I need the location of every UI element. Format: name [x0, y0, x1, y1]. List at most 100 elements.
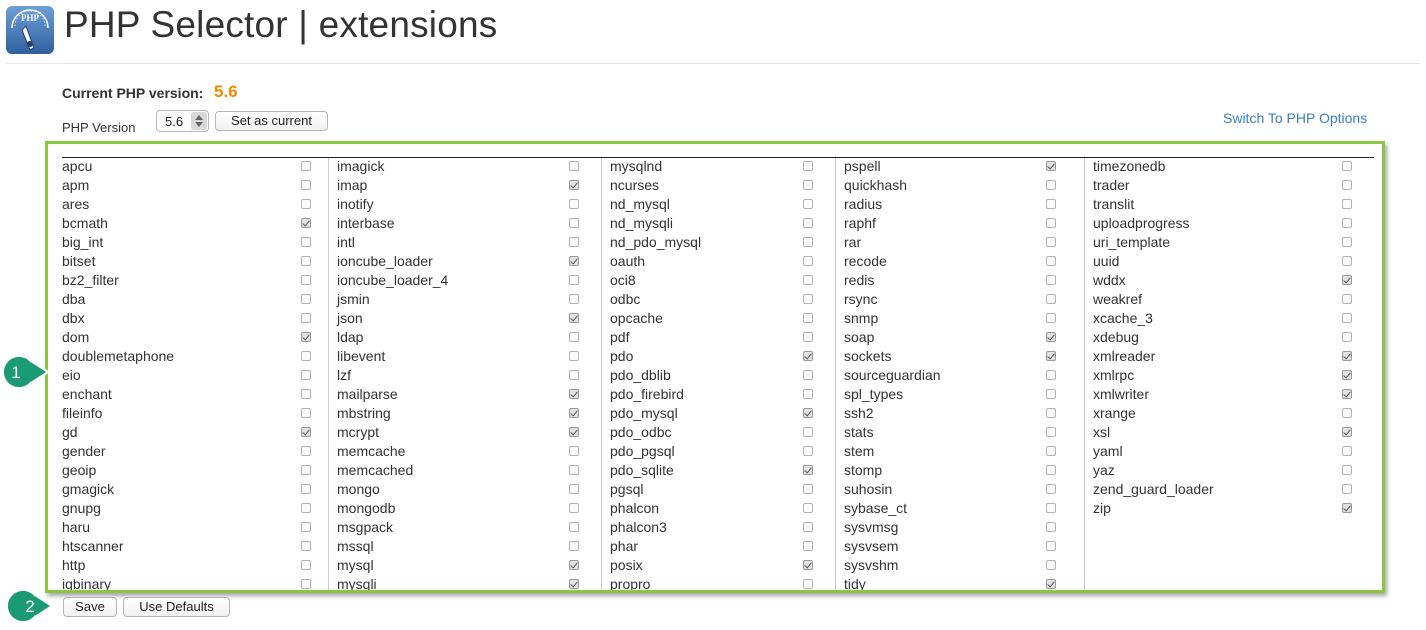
extension-checkbox-posix[interactable]: [803, 560, 813, 570]
extension-checkbox-sysvshm[interactable]: [1046, 560, 1056, 570]
extension-checkbox-xmlreader[interactable]: [1342, 351, 1352, 361]
extension-checkbox-stats[interactable]: [1046, 427, 1056, 437]
extension-checkbox-pdo_sqlite[interactable]: [803, 465, 813, 475]
extension-checkbox-radius[interactable]: [1046, 199, 1056, 209]
extension-checkbox-rsync[interactable]: [1046, 294, 1056, 304]
extension-checkbox-rar[interactable]: [1046, 237, 1056, 247]
extension-checkbox-bcmath[interactable]: [301, 218, 311, 228]
extension-checkbox-propro[interactable]: [803, 579, 813, 589]
extension-checkbox-gender[interactable]: [301, 446, 311, 456]
extension-checkbox-xmlwriter[interactable]: [1342, 389, 1352, 399]
extension-checkbox-ioncube_loader_4[interactable]: [569, 275, 579, 285]
extension-checkbox-mysqli[interactable]: [569, 579, 579, 589]
extension-checkbox-libevent[interactable]: [569, 351, 579, 361]
extension-checkbox-recode[interactable]: [1046, 256, 1056, 266]
extension-checkbox-ncurses[interactable]: [803, 180, 813, 190]
extension-checkbox-nd_mysql[interactable]: [803, 199, 813, 209]
extension-checkbox-stomp[interactable]: [1046, 465, 1056, 475]
extension-checkbox-json[interactable]: [569, 313, 579, 323]
extension-checkbox-stem[interactable]: [1046, 446, 1056, 456]
extension-checkbox-uuid[interactable]: [1342, 256, 1352, 266]
extension-checkbox-pgsql[interactable]: [803, 484, 813, 494]
extension-checkbox-memcached[interactable]: [569, 465, 579, 475]
extension-checkbox-http[interactable]: [301, 560, 311, 570]
php-version-select[interactable]: 5.6: [156, 110, 209, 132]
extension-checkbox-xsl[interactable]: [1342, 427, 1352, 437]
extension-checkbox-soap[interactable]: [1046, 332, 1056, 342]
extension-checkbox-haru[interactable]: [301, 522, 311, 532]
save-button[interactable]: Save: [63, 597, 117, 617]
extension-checkbox-bitset[interactable]: [301, 256, 311, 266]
extension-checkbox-wddx[interactable]: [1342, 275, 1352, 285]
switch-to-php-options-link[interactable]: Switch To PHP Options: [1223, 110, 1367, 126]
extension-checkbox-mongodb[interactable]: [569, 503, 579, 513]
extension-checkbox-msgpack[interactable]: [569, 522, 579, 532]
use-defaults-button[interactable]: Use Defaults: [123, 597, 230, 617]
extension-checkbox-xcache_3[interactable]: [1342, 313, 1352, 323]
extension-checkbox-pdo_mysql[interactable]: [803, 408, 813, 418]
extension-checkbox-ssh2[interactable]: [1046, 408, 1056, 418]
extension-checkbox-doublemetaphone[interactable]: [301, 351, 311, 361]
extension-checkbox-mailparse[interactable]: [569, 389, 579, 399]
extension-checkbox-pdo_odbc[interactable]: [803, 427, 813, 437]
extension-checkbox-suhosin[interactable]: [1046, 484, 1056, 494]
extension-checkbox-raphf[interactable]: [1046, 218, 1056, 228]
extension-checkbox-pdo[interactable]: [803, 351, 813, 361]
extension-checkbox-mssql[interactable]: [569, 541, 579, 551]
extension-checkbox-ares[interactable]: [301, 199, 311, 209]
extension-checkbox-pdo_firebird[interactable]: [803, 389, 813, 399]
extension-checkbox-geoip[interactable]: [301, 465, 311, 475]
extension-checkbox-imagick[interactable]: [569, 161, 579, 171]
extension-checkbox-redis[interactable]: [1046, 275, 1056, 285]
extension-checkbox-mbstring[interactable]: [569, 408, 579, 418]
extension-checkbox-oauth[interactable]: [803, 256, 813, 266]
extension-checkbox-pdf[interactable]: [803, 332, 813, 342]
extension-checkbox-gd[interactable]: [301, 427, 311, 437]
extension-checkbox-nd_mysqli[interactable]: [803, 218, 813, 228]
extension-checkbox-mysqlnd[interactable]: [803, 161, 813, 171]
extension-checkbox-pdo_dblib[interactable]: [803, 370, 813, 380]
extension-checkbox-phalcon3[interactable]: [803, 522, 813, 532]
extension-checkbox-interbase[interactable]: [569, 218, 579, 228]
extension-checkbox-yaz[interactable]: [1342, 465, 1352, 475]
extension-checkbox-timezonedb[interactable]: [1342, 161, 1352, 171]
extension-checkbox-gnupg[interactable]: [301, 503, 311, 513]
extension-checkbox-yaml[interactable]: [1342, 446, 1352, 456]
extension-checkbox-snmp[interactable]: [1046, 313, 1056, 323]
extension-checkbox-tidy[interactable]: [1046, 579, 1056, 589]
extension-checkbox-eio[interactable]: [301, 370, 311, 380]
extension-checkbox-dba[interactable]: [301, 294, 311, 304]
extension-checkbox-xrange[interactable]: [1342, 408, 1352, 418]
extension-checkbox-translit[interactable]: [1342, 199, 1352, 209]
extension-checkbox-memcache[interactable]: [569, 446, 579, 456]
extension-checkbox-nd_pdo_mysql[interactable]: [803, 237, 813, 247]
extension-checkbox-fileinfo[interactable]: [301, 408, 311, 418]
extension-checkbox-htscanner[interactable]: [301, 541, 311, 551]
extension-checkbox-jsmin[interactable]: [569, 294, 579, 304]
extension-checkbox-ldap[interactable]: [569, 332, 579, 342]
extension-checkbox-sybase_ct[interactable]: [1046, 503, 1056, 513]
extension-checkbox-lzf[interactable]: [569, 370, 579, 380]
extension-checkbox-sourceguardian[interactable]: [1046, 370, 1056, 380]
extension-checkbox-pdo_pgsql[interactable]: [803, 446, 813, 456]
extension-checkbox-mcrypt[interactable]: [569, 427, 579, 437]
extension-checkbox-sysvsem[interactable]: [1046, 541, 1056, 551]
extension-checkbox-xdebug[interactable]: [1342, 332, 1352, 342]
extension-checkbox-mongo[interactable]: [569, 484, 579, 494]
set-as-current-button[interactable]: Set as current: [215, 111, 328, 131]
extension-checkbox-uploadprogress[interactable]: [1342, 218, 1352, 228]
extension-checkbox-igbinary[interactable]: [301, 579, 311, 589]
extension-checkbox-enchant[interactable]: [301, 389, 311, 399]
extension-checkbox-uri_template[interactable]: [1342, 237, 1352, 247]
extension-checkbox-oci8[interactable]: [803, 275, 813, 285]
extension-checkbox-phalcon[interactable]: [803, 503, 813, 513]
extension-checkbox-gmagick[interactable]: [301, 484, 311, 494]
extension-checkbox-odbc[interactable]: [803, 294, 813, 304]
extension-checkbox-trader[interactable]: [1342, 180, 1352, 190]
extension-checkbox-pspell[interactable]: [1046, 161, 1056, 171]
extension-checkbox-weakref[interactable]: [1342, 294, 1352, 304]
extension-checkbox-inotify[interactable]: [569, 199, 579, 209]
extension-checkbox-zip[interactable]: [1342, 503, 1352, 513]
extension-checkbox-apcu[interactable]: [301, 161, 311, 171]
extension-checkbox-opcache[interactable]: [803, 313, 813, 323]
